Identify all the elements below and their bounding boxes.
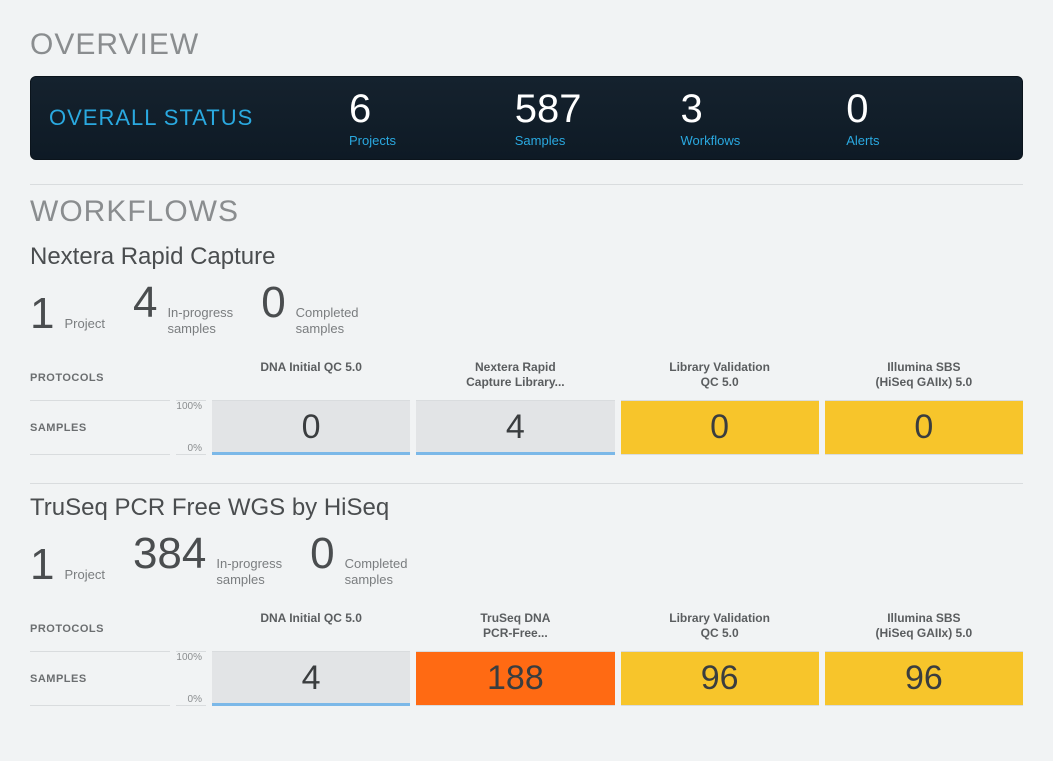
overall-stat-workflows[interactable]: 3 Workflows: [677, 89, 843, 148]
axis-col: 100% 0%: [176, 652, 206, 706]
workflow-1-value-4: 0: [914, 408, 933, 447]
workflow-1-stat-completed: 0 Completed samples: [261, 281, 358, 336]
overall-stat-samples[interactable]: 587 Samples: [511, 89, 677, 148]
workflow-2-stat-completed: 0 Completed samples: [310, 532, 407, 587]
overall-stat-samples-num: 587: [515, 89, 673, 129]
workflow-1-inprogress-num: 4: [133, 281, 157, 325]
workflow-2-name[interactable]: TruSeq PCR Free WGS by HiSeq: [30, 494, 1023, 522]
overall-status-bar: OVERALL STATUS 6 Projects 587 Samples 3 …: [30, 76, 1023, 160]
workflow-2-protocol-4[interactable]: Illumina SBS (HiSeq GAIIx) 5.0: [825, 607, 1023, 652]
workflow-1-cell-1[interactable]: 0: [212, 401, 410, 455]
workflow-1-cell-4[interactable]: 0: [825, 401, 1023, 455]
axis-bottom: 0%: [188, 443, 202, 454]
overall-stat-projects-num: 6: [349, 89, 507, 129]
workflow-1-value-3: 0: [710, 408, 729, 447]
protocols-row-label: PROTOCOLS: [30, 607, 170, 652]
workflows-title: WORKFLOWS: [30, 195, 1023, 229]
workflow-2-completed-num: 0: [310, 532, 334, 576]
workflow-1-projects-label: Project: [64, 316, 104, 332]
workflow-1-cell-3[interactable]: 0: [621, 401, 819, 455]
workflow-2-protocol-3[interactable]: Library Validation QC 5.0: [621, 607, 819, 652]
workflow-2-inprogress-label: In-progress samples: [216, 556, 282, 587]
workflow-1-protocol-1[interactable]: DNA Initial QC 5.0: [212, 356, 410, 401]
samples-row-label: SAMPLES: [30, 401, 170, 455]
overview-title: OVERVIEW: [30, 28, 1023, 62]
overall-stat-projects-cap: Projects: [349, 133, 507, 148]
workflow-1-stat-projects: 1 Project: [30, 292, 105, 336]
progress-underline: [212, 452, 410, 455]
workflow-1-cell-2[interactable]: 4: [416, 401, 614, 455]
axis-spacer: [176, 356, 206, 401]
workflow-2-completed-label: Completed samples: [345, 556, 408, 587]
axis-top: 100%: [176, 401, 202, 412]
workflow-2-projects-num: 1: [30, 543, 54, 587]
workflow-2-stat-projects: 1 Project: [30, 543, 105, 587]
workflow-2-cell-3[interactable]: 96: [621, 652, 819, 706]
workflow-2-cell-4[interactable]: 96: [825, 652, 1023, 706]
workflow-2-value-2: 188: [487, 659, 544, 698]
samples-row-label: SAMPLES: [30, 652, 170, 706]
workflow-2-protocol-2[interactable]: TruSeq DNA PCR-Free...: [416, 607, 614, 652]
overall-status-label: OVERALL STATUS: [45, 105, 345, 131]
axis-spacer: [176, 607, 206, 652]
axis-col: 100% 0%: [176, 401, 206, 455]
workflow-1-protocol-2[interactable]: Nextera Rapid Capture Library...: [416, 356, 614, 401]
overall-stat-alerts-num: 0: [846, 89, 1004, 129]
protocols-row-label: PROTOCOLS: [30, 356, 170, 401]
workflow-1-value-1: 0: [302, 408, 321, 447]
workflow-1-completed-num: 0: [261, 281, 285, 325]
workflow-1-completed-label: Completed samples: [296, 305, 359, 336]
workflow-2-value-4: 96: [905, 659, 943, 698]
workflow-1-inprogress-label: In-progress samples: [167, 305, 233, 336]
workflow-1-projects-num: 1: [30, 292, 54, 336]
divider: [30, 184, 1023, 185]
workflow-2-stats: 1 Project 384 In-progress samples 0 Comp…: [30, 532, 1023, 587]
progress-underline: [416, 452, 614, 455]
overall-stat-alerts[interactable]: 0 Alerts: [842, 89, 1008, 148]
workflow-1-stats: 1 Project 4 In-progress samples 0 Comple…: [30, 281, 1023, 336]
progress-underline: [212, 703, 410, 706]
workflow-2-protocol-grid: PROTOCOLS DNA Initial QC 5.0 TruSeq DNA …: [30, 607, 1023, 706]
workflow-2-stat-inprogress: 384 In-progress samples: [133, 532, 282, 587]
overall-stat-workflows-num: 3: [681, 89, 839, 129]
overall-stat-alerts-cap: Alerts: [846, 133, 1004, 148]
axis-top: 100%: [176, 652, 202, 663]
workflow-1-protocol-grid: PROTOCOLS DNA Initial QC 5.0 Nextera Rap…: [30, 356, 1023, 455]
workflow-1-protocol-4[interactable]: Illumina SBS (HiSeq GAIIx) 5.0: [825, 356, 1023, 401]
workflow-2-value-3: 96: [701, 659, 739, 698]
overall-stat-projects[interactable]: 6 Projects: [345, 89, 511, 148]
workflow-2-cell-1[interactable]: 4: [212, 652, 410, 706]
workflow-2-value-1: 4: [302, 659, 321, 698]
workflow-2-inprogress-num: 384: [133, 532, 206, 576]
overall-stat-samples-cap: Samples: [515, 133, 673, 148]
workflow-2-protocol-1[interactable]: DNA Initial QC 5.0: [212, 607, 410, 652]
overall-stat-workflows-cap: Workflows: [681, 133, 839, 148]
workflow-1-value-2: 4: [506, 408, 525, 447]
workflow-1-stat-inprogress: 4 In-progress samples: [133, 281, 233, 336]
workflow-2-projects-label: Project: [64, 567, 104, 583]
workflow-2-cell-2[interactable]: 188: [416, 652, 614, 706]
workflow-1-name[interactable]: Nextera Rapid Capture: [30, 243, 1023, 271]
divider: [30, 483, 1023, 484]
workflow-1-protocol-3[interactable]: Library Validation QC 5.0: [621, 356, 819, 401]
axis-bottom: 0%: [188, 694, 202, 705]
